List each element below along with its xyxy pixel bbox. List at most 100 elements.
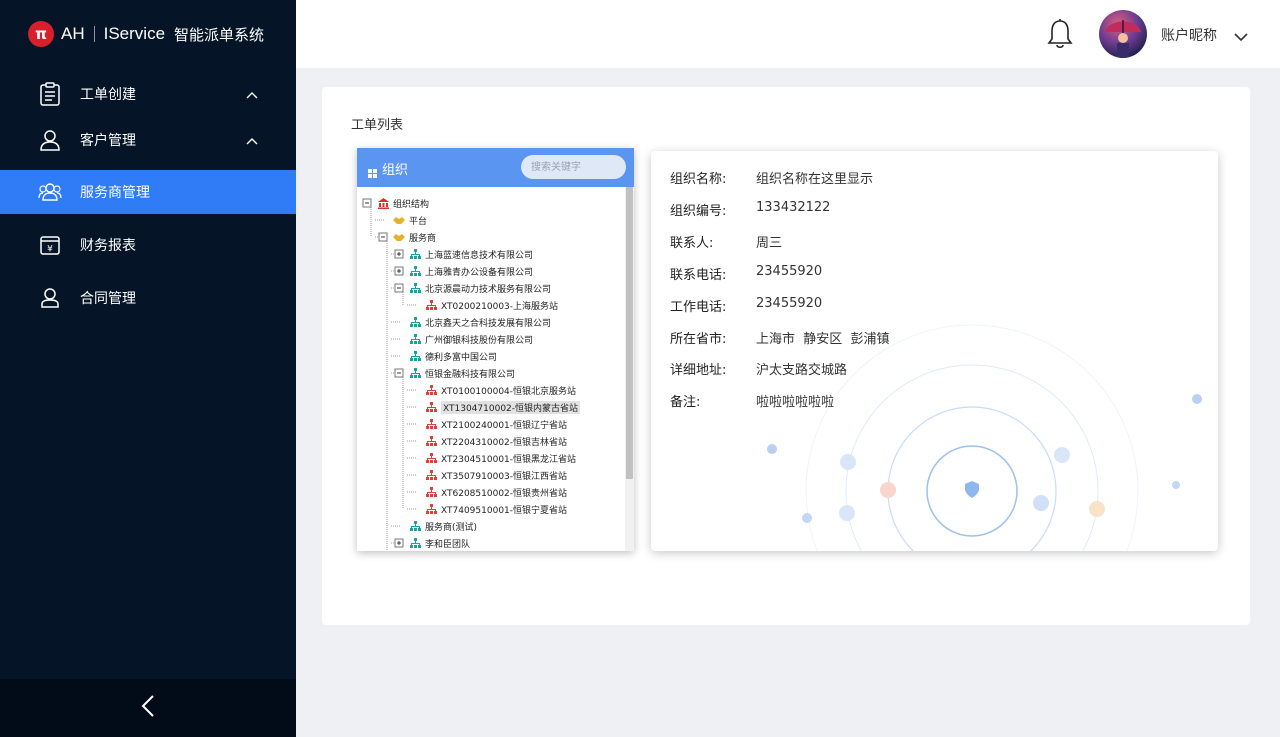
- brand-ah: AH: [61, 24, 85, 43]
- svg-text:¥: ¥: [47, 245, 53, 255]
- detail-field: 详细地址: 沪太支路交城路: [670, 359, 847, 378]
- tree-node-label: XT2204310002-恒银吉林省站: [441, 437, 568, 448]
- tree-node[interactable]: 服务商: [393, 229, 436, 245]
- tree-node-label: XT0200210003-上海服务站: [441, 301, 559, 312]
- handshake-icon: [393, 231, 405, 243]
- brand-product-name: 智能派单系统: [174, 25, 265, 44]
- detail-field-label: 组织名称:: [670, 172, 727, 187]
- tree-body: 组织结构平台服务商上海蓝速信息技术有限公司上海雅青办公设备有限公司北京源晨动力技…: [357, 187, 634, 551]
- search-input[interactable]: [521, 155, 626, 179]
- sidebar-item-label: 工单创建: [80, 87, 136, 103]
- bell-icon[interactable]: [1046, 18, 1074, 50]
- collapse-icon: [362, 198, 372, 208]
- tree-node[interactable]: 组织结构: [377, 195, 429, 211]
- tree-node-label: 李和臣团队: [425, 539, 471, 550]
- tree-node[interactable]: XT2304510001-恒银黑龙江省站: [425, 450, 576, 466]
- org-detail-panel: 组织名称: 组织名称在这里显示 组织编号: 133432122 联系人: 周三 联系电话: 2…: [651, 151, 1218, 551]
- station-icon: [425, 469, 437, 481]
- work-order-card: 工单列表 组织 组织结构平台服务商上海蓝速信息技术有限公司上海雅青办公设备有限公…: [322, 87, 1250, 625]
- detail-field-value: 组织名称在这里显示: [756, 172, 874, 187]
- tree-scrollbar[interactable]: [625, 187, 634, 551]
- tree-node-label: 恒银金融科技有限公司: [425, 369, 516, 380]
- tree-node[interactable]: 平台: [393, 212, 427, 228]
- chevron-down-icon[interactable]: [1234, 27, 1248, 46]
- user-icon: [38, 128, 62, 152]
- scrollbar-thumb[interactable]: [626, 187, 633, 479]
- org-icon: [409, 520, 421, 532]
- sidebar-item-service-providers[interactable]: 服务商管理: [0, 170, 296, 214]
- detail-field-label: 所在省市:: [670, 332, 727, 347]
- sidebar-item-customers[interactable]: 客户管理: [0, 118, 296, 162]
- detail-field: 所在省市: 上海市 静安区 彭浦镇: [670, 328, 890, 347]
- detail-field-value: 上海市 静安区 彭浦镇: [756, 332, 890, 347]
- sidebar-collapse-button[interactable]: [0, 679, 296, 737]
- org-icon: [409, 350, 421, 362]
- clipboard-icon: [38, 82, 62, 106]
- tree-node[interactable]: 广州御银科技股份有限公司: [409, 331, 533, 347]
- sidebar-item-label: 合同管理: [80, 291, 136, 307]
- station-icon: [425, 418, 437, 430]
- tree-node[interactable]: 上海雅青办公设备有限公司: [409, 263, 533, 279]
- chevron-up-icon: [246, 87, 258, 103]
- tree-node[interactable]: XT2100240001-恒银辽宁省站: [425, 416, 567, 432]
- tree-node-label: XT2100240001-恒银辽宁省站: [441, 420, 568, 431]
- detail-field: 备注: 啦啦啦啦啦啦: [670, 391, 834, 410]
- detail-field-label: 详细地址:: [670, 363, 727, 378]
- tree-node-label: 北京源晨动力技术服务有限公司: [425, 284, 552, 295]
- detail-field: 联系电话: 23455920: [670, 264, 822, 283]
- tree-node-label: 服务商: [409, 233, 437, 244]
- tree-node-label: XT1304710002-恒银内蒙古省站: [441, 400, 581, 414]
- tree-node[interactable]: XT7409510001-恒银宁夏省站: [425, 501, 567, 517]
- tree-node[interactable]: 北京源晨动力技术服务有限公司: [409, 280, 551, 296]
- tree-node-label: 组织结构: [393, 199, 430, 210]
- tree-node-label: XT7409510001-恒银宁夏省站: [441, 505, 568, 516]
- account-name[interactable]: 账户昵称: [1161, 25, 1217, 45]
- tree-node[interactable]: 恒银金融科技有限公司: [409, 365, 515, 381]
- grid-icon: [368, 163, 377, 182]
- avatar[interactable]: [1099, 10, 1147, 58]
- tree-node[interactable]: 李和臣团队: [409, 535, 470, 551]
- tree-node[interactable]: XT0100100004-恒银北京服务站: [425, 382, 576, 398]
- tree-node[interactable]: 北京鑫天之合科技发展有限公司: [409, 314, 551, 330]
- org-icon: [409, 282, 421, 294]
- sidebar-item-work-order[interactable]: 工单创建: [0, 72, 296, 116]
- org-icon: [409, 316, 421, 328]
- tree-node[interactable]: XT6208510002-恒银贵州省站: [425, 484, 567, 500]
- tree-header: 组织: [357, 148, 634, 187]
- org-icon: [409, 333, 421, 345]
- sidebar-item-finance[interactable]: ¥ 财务报表: [0, 223, 296, 267]
- tree-node[interactable]: XT1304710002-恒银内蒙古省站: [425, 399, 581, 415]
- detail-field-label: 备注:: [670, 395, 701, 410]
- top-header: 账户昵称: [296, 0, 1280, 68]
- tree-node-label: XT2304510001-恒银黑龙江省站: [441, 454, 577, 465]
- tree-node[interactable]: XT2204310002-恒银吉林省站: [425, 433, 567, 449]
- station-icon: [425, 401, 437, 413]
- detail-field-value: 周三: [756, 236, 783, 251]
- tree-node-label: 广州御银科技股份有限公司: [425, 335, 534, 346]
- detail-field: 工作电话: 23455920: [670, 296, 822, 315]
- collapse-icon: [394, 368, 404, 378]
- group-icon: [38, 180, 62, 204]
- sidebar-item-contracts[interactable]: 合同管理: [0, 276, 296, 320]
- detail-field-value: 23455920: [756, 264, 823, 279]
- station-icon: [425, 486, 437, 498]
- detail-field-label: 联系电话:: [670, 268, 727, 283]
- tree-node[interactable]: 德利多富中国公司: [409, 348, 497, 364]
- bank-icon: [377, 197, 389, 209]
- station-icon: [425, 299, 437, 311]
- station-icon: [425, 435, 437, 447]
- org-icon: [409, 367, 421, 379]
- tree-node[interactable]: 服务商(测试): [409, 518, 477, 534]
- tree-node-label: 上海蓝速信息技术有限公司: [425, 250, 534, 261]
- detail-field: 组织名称: 组织名称在这里显示: [670, 168, 873, 187]
- tree-node-label: XT6208510002-恒银贵州省站: [441, 488, 568, 499]
- brand-logo[interactable]: π AH IService 智能派单系统: [28, 20, 264, 48]
- station-icon: [425, 452, 437, 464]
- tree-title: 组织: [382, 163, 409, 178]
- collapse-icon: [378, 232, 388, 242]
- tree-node[interactable]: 上海蓝速信息技术有限公司: [409, 246, 533, 262]
- tree-node[interactable]: XT0200210003-上海服务站: [425, 297, 558, 313]
- sidebar-item-label: 客户管理: [80, 133, 136, 149]
- tree-node[interactable]: XT3507910003-恒银江西省站: [425, 467, 567, 483]
- sidebar: π AH IService 智能派单系统 工单创建 客户管理 服务商管理 ¥ 财…: [0, 0, 296, 737]
